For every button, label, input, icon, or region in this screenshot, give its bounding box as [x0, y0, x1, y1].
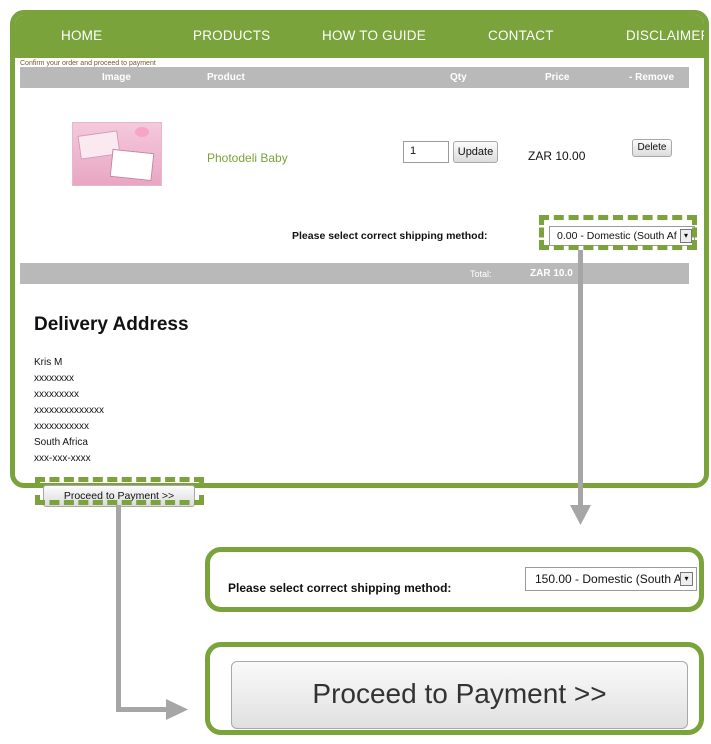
header-product: Product [207, 72, 245, 83]
connector-line-shipping [578, 250, 583, 510]
proceed-highlight-box [35, 477, 204, 505]
nav-disclaimer[interactable]: DISCLAIMER [626, 28, 704, 43]
header-qty: Qty [450, 72, 467, 83]
arrow-down-icon [570, 505, 591, 525]
zoom-shipping-label: Please select correct shipping method: [228, 581, 452, 595]
header-price: Price [545, 72, 570, 83]
delete-button[interactable]: Delete [632, 139, 672, 157]
zoom-proceed-callout: Proceed to Payment >> [205, 642, 704, 735]
zoom-shipping-selected-value: 150.00 - Domestic (South A [535, 572, 682, 586]
nav-how-to-guide[interactable]: HOW TO GUIDE [322, 28, 426, 43]
header-remove: - Remove [629, 72, 675, 83]
delivery-address-title: Delivery Address [34, 314, 189, 335]
top-nav: HOME PRODUCTS HOW TO GUIDE CONTACT DISCL… [15, 15, 704, 58]
address-line: xxxxxxxxxxx [34, 421, 89, 432]
zoom-proceed-button[interactable]: Proceed to Payment >> [231, 661, 688, 729]
address-line: xxxxxxxxx [34, 389, 79, 400]
shipping-method-label: Please select correct shipping method: [292, 230, 488, 242]
zoom-shipping-callout: Please select correct shipping method: 1… [205, 547, 704, 612]
address-line: xxxxxxxxxxxxxx [34, 405, 104, 416]
address-line: xxx-xxx-xxxx [34, 453, 91, 464]
total-label: Total: [470, 269, 492, 279]
update-button[interactable]: Update [453, 141, 498, 163]
total-bar [20, 263, 689, 284]
address-line: xxxxxxxx [34, 373, 74, 384]
header-image: Image [102, 72, 131, 83]
connector-line-proceed [116, 505, 121, 712]
zoom-shipping-select[interactable]: 150.00 - Domestic (South A ▾ [525, 567, 697, 591]
connector-line-proceed-horizontal [116, 707, 168, 712]
arrow-right-icon [166, 699, 188, 720]
shipping-highlight-box [539, 215, 697, 250]
chevron-down-icon: ▾ [680, 572, 693, 586]
product-thumbnail [72, 122, 162, 186]
confirm-instruction: Confirm your order and proceed to paymen… [20, 60, 156, 67]
cart-table-header: Image Product Qty Price - Remove [20, 67, 689, 88]
total-value: ZAR 10.0 [530, 268, 573, 279]
quantity-input[interactable]: 1 [403, 141, 449, 163]
address-line: South Africa [34, 437, 88, 448]
nav-home[interactable]: HOME [61, 28, 102, 43]
nav-contact[interactable]: CONTACT [488, 28, 554, 43]
product-name-link[interactable]: Photodeli Baby [207, 151, 288, 165]
address-line: Kris M [34, 357, 63, 368]
item-price: ZAR 10.00 [528, 149, 586, 163]
nav-products[interactable]: PRODUCTS [193, 28, 270, 43]
